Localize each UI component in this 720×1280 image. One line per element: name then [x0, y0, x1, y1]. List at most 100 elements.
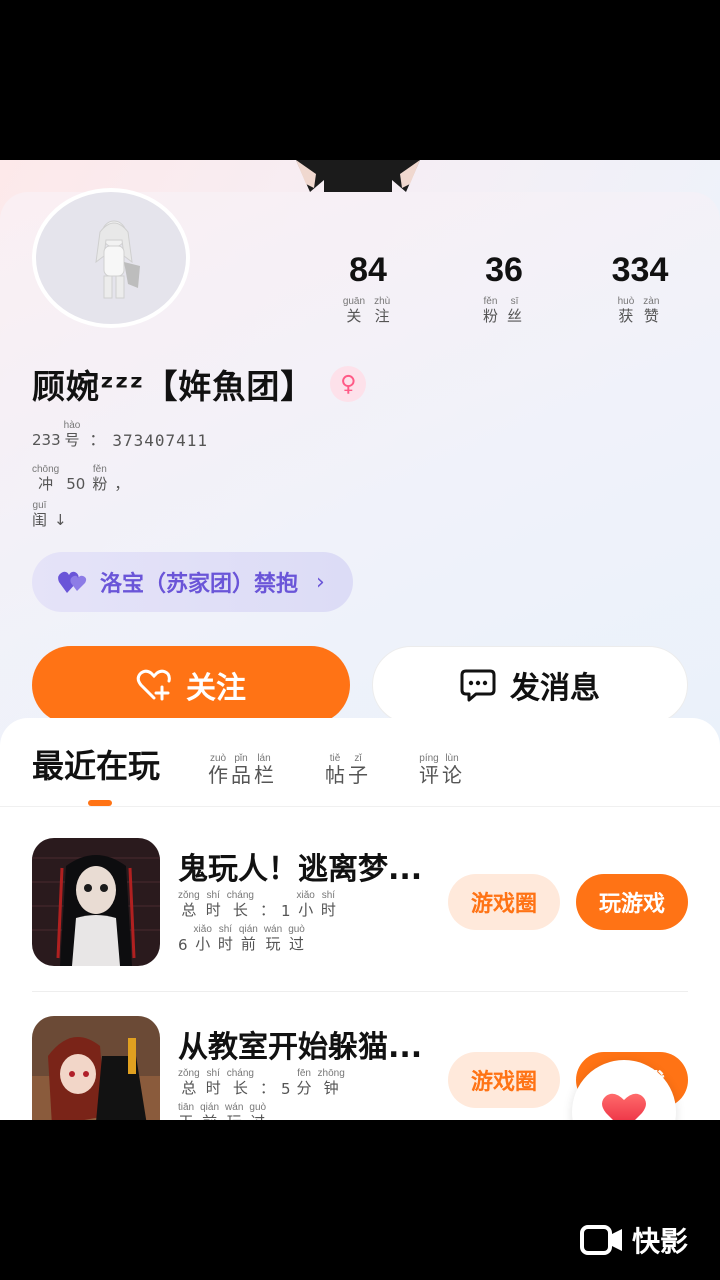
pinyin-char: 前qián [238, 924, 258, 953]
pinyin-char: 丝sī [507, 296, 523, 325]
pinyin-char: 钟zhōng [317, 1068, 345, 1097]
username: 顾婉ᶻᶻᶻ【姩魚团】 [32, 367, 315, 406]
pinyin-char: 帖tiě [325, 753, 346, 787]
play-game-button[interactable]: 玩游戏 [576, 874, 688, 930]
name-row: 顾婉ᶻᶻᶻ【姩魚团】 ♀ [32, 360, 367, 408]
divider [32, 991, 688, 992]
game-thumbnail [32, 1016, 160, 1120]
stat-fans-label: 粉fěn 丝sī [483, 296, 525, 326]
tab-recently-played[interactable]: 最近在玩 [32, 744, 160, 788]
pinyin-char: 号hào [63, 420, 81, 449]
pinyin-char: 5 [280, 1080, 291, 1098]
chat-bubble-icon [460, 669, 496, 702]
pinyin-char: 关guān [342, 296, 366, 325]
bio-line-1: 冲chōng 50 粉fěn ， [32, 464, 132, 494]
pinyin-char: 50 [66, 475, 86, 493]
pinyin-char: 小xiǎo [296, 890, 315, 919]
stat-likes-value: 334 [611, 251, 669, 289]
tab-posts[interactable]: 帖tiě子zǐ [325, 753, 371, 788]
pinyin-char: ， [114, 475, 130, 493]
pinyin-char: 时shí [217, 924, 233, 953]
tab-works[interactable]: 作zuò品pǐn栏lán [208, 753, 277, 788]
send-message-button[interactable]: 发消息 [372, 646, 688, 724]
stat-fans-value: 36 [485, 251, 523, 289]
tab-comments[interactable]: 评píng论lùn [419, 753, 465, 788]
female-gender-icon: ♀ [330, 366, 367, 402]
follow-button[interactable]: 关注 [32, 646, 350, 724]
stat-likes-label: 获huò 赞zàn [618, 296, 663, 326]
game-last-played: 6 小xiǎo 时shí 前qián 玩wán 过guò [178, 924, 339, 954]
avatar[interactable] [32, 188, 190, 328]
game-meta: 总zǒng 时shí 长cháng ： 1 小xiǎo 时shí 6 小xiǎo 时shí… [178, 890, 339, 958]
pinyin-char: 长cháng [226, 890, 254, 919]
user-id: 233 号hào ： 373407411 [32, 420, 208, 450]
content-panel: 最近在玩 作zuò品pǐn栏lán 帖tiě子zǐ 评píng论lùn 鬼玩人！… [0, 718, 720, 1120]
user-id-separator: ： [89, 430, 107, 449]
pinyin-char: 闺guī [32, 500, 48, 529]
game-meta: 总zǒng 时shí 长cháng ： 5 分fēn 钟zhōng 天tiān 前qián… [178, 1068, 348, 1120]
stat-following-label: 关guān 注zhù [343, 296, 393, 326]
bio-line-2: 闺guī ↓ [32, 500, 132, 530]
game-circle-button[interactable]: 游戏圈 [448, 1052, 560, 1108]
pinyin-char: 小xiǎo [193, 924, 212, 953]
pinyin-char: 获huò [617, 296, 635, 325]
pinyin-char: 玩wán [263, 924, 283, 953]
pinyin-char: 冲chōng [32, 464, 60, 493]
pinyin-char: 总zǒng [178, 1068, 200, 1097]
divider [0, 806, 720, 807]
stat-following[interactable]: 84 关guān 注zhù [300, 250, 436, 326]
pinyin-char: 1 [280, 902, 291, 920]
bio: 冲chōng 50 粉fěn ， 闺guī ↓ [32, 464, 132, 536]
heart-icon [602, 1093, 646, 1120]
stat-likes[interactable]: 334 获huò 赞zàn [572, 250, 708, 326]
kuaiying-watermark: 快影 [580, 1220, 688, 1260]
pinyin-char: 论lùn [442, 753, 463, 787]
game-circle-button[interactable]: 游戏圈 [448, 874, 560, 930]
pinyin-char: 粉fěn [482, 296, 498, 325]
pinyin-char: 长cháng [226, 1068, 254, 1097]
stat-fans[interactable]: 36 粉fěn 丝sī [436, 250, 572, 326]
pinyin-char: 赞zàn [643, 296, 660, 325]
pinyin-char: ： [259, 1079, 275, 1097]
watermark-label: 快影 [632, 1225, 689, 1258]
game-playtime: 总zǒng 时shí 长cháng ： 1 小xiǎo 时shí [178, 890, 339, 920]
pinyin-char: 天tiān [178, 1102, 195, 1120]
game-title: 鬼玩人！逃离梦... [178, 852, 423, 887]
video-camera-icon [580, 1225, 622, 1255]
pinyin-char: 分fēn [296, 1068, 312, 1097]
double-heart-icon [58, 571, 87, 593]
pinyin-char: 过guò [288, 924, 305, 953]
pinyin-char: 评píng [419, 753, 440, 787]
pinyin-char: 时shí [205, 1068, 221, 1097]
pinyin-char: 粉fěn [92, 464, 108, 493]
pinyin-char: 玩wán [225, 1102, 244, 1120]
send-message-label: 发消息 [510, 671, 600, 706]
game-title: 从教室开始躲猫... [178, 1030, 423, 1065]
game-thumbnail [32, 838, 160, 966]
heart-plus-icon [136, 669, 171, 701]
profile-card: 84 关guān 注zhù 36 粉fěn 丝sī 334 获huò 赞zàn 顾婉ᶻ… [0, 188, 720, 752]
affinity-badge[interactable]: 洛宝（苏家团）禁抱 › [32, 552, 353, 612]
pinyin-char: ： [259, 901, 275, 919]
pinyin-char: 栏lán [254, 753, 275, 787]
pinyin-char: 过guò [249, 1102, 267, 1120]
pinyin-char: 作zuò [208, 753, 229, 787]
affinity-label: 洛宝（苏家团）禁抱 [100, 572, 299, 597]
user-id-label: 233 号hào [32, 420, 83, 450]
pinyin-char: 6 [178, 936, 188, 954]
pinyin-char: 总zǒng [178, 890, 200, 919]
cover-image [296, 160, 420, 192]
stats-bar: 84 关guān 注zhù 36 粉fěn 丝sī 334 获huò 赞zàn [300, 250, 720, 326]
pinyin-char: 时shí [205, 890, 221, 919]
avatar-figure [95, 220, 140, 299]
chevron-right-icon: › [316, 569, 325, 595]
game-playtime: 总zǒng 时shí 长cháng ： 5 分fēn 钟zhōng [178, 1068, 348, 1098]
pinyin-char: 子zǐ [348, 753, 369, 787]
pinyin-char: 233 [32, 431, 61, 449]
game-item[interactable]: 鬼玩人！逃离梦... 总zǒng 时shí 长cháng ： 1 小xiǎo 时shí … [32, 838, 688, 970]
profile-screen: 84 关guān 注zhù 36 粉fěn 丝sī 334 获huò 赞zàn 顾婉ᶻ… [0, 160, 720, 1120]
pinyin-char: 品pǐn [231, 753, 252, 787]
follow-button-label: 关注 [186, 671, 246, 706]
pinyin-char: 时shí [320, 890, 336, 919]
user-id-value: 373407411 [112, 431, 209, 450]
